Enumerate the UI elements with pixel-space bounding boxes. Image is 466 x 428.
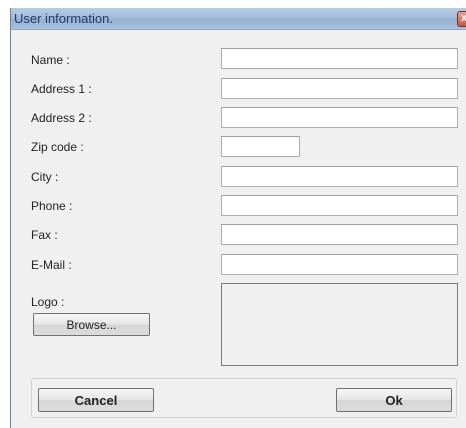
fax-label: Fax : <box>31 228 58 242</box>
address2-field[interactable] <box>221 107 458 128</box>
address2-label: Address 2 : <box>31 111 92 125</box>
logo-preview <box>221 283 458 366</box>
name-label: Name : <box>31 53 70 67</box>
phone-label: Phone : <box>31 199 73 213</box>
logo-label: Logo : <box>31 295 65 309</box>
ok-button[interactable]: Ok <box>336 388 452 412</box>
address1-field[interactable] <box>221 78 458 99</box>
name-field[interactable] <box>221 48 458 69</box>
user-information-dialog: User information. x Name : Address 1 : A… <box>10 8 466 428</box>
title-bar[interactable]: User information. x <box>11 8 466 30</box>
phone-field[interactable] <box>221 195 458 216</box>
city-field[interactable] <box>221 166 458 187</box>
zip-code-field[interactable] <box>221 136 300 157</box>
email-field[interactable] <box>221 254 458 275</box>
fax-field[interactable] <box>221 224 458 245</box>
address1-label: Address 1 : <box>31 82 92 96</box>
window-title: User information. <box>14 11 113 26</box>
browse-button[interactable]: Browse... <box>33 313 150 336</box>
cancel-button[interactable]: Cancel <box>38 388 154 412</box>
city-label: City : <box>31 170 59 184</box>
zip-code-label: Zip code : <box>31 140 84 154</box>
close-icon[interactable]: x <box>457 11 466 27</box>
email-label: E-Mail : <box>31 258 72 272</box>
